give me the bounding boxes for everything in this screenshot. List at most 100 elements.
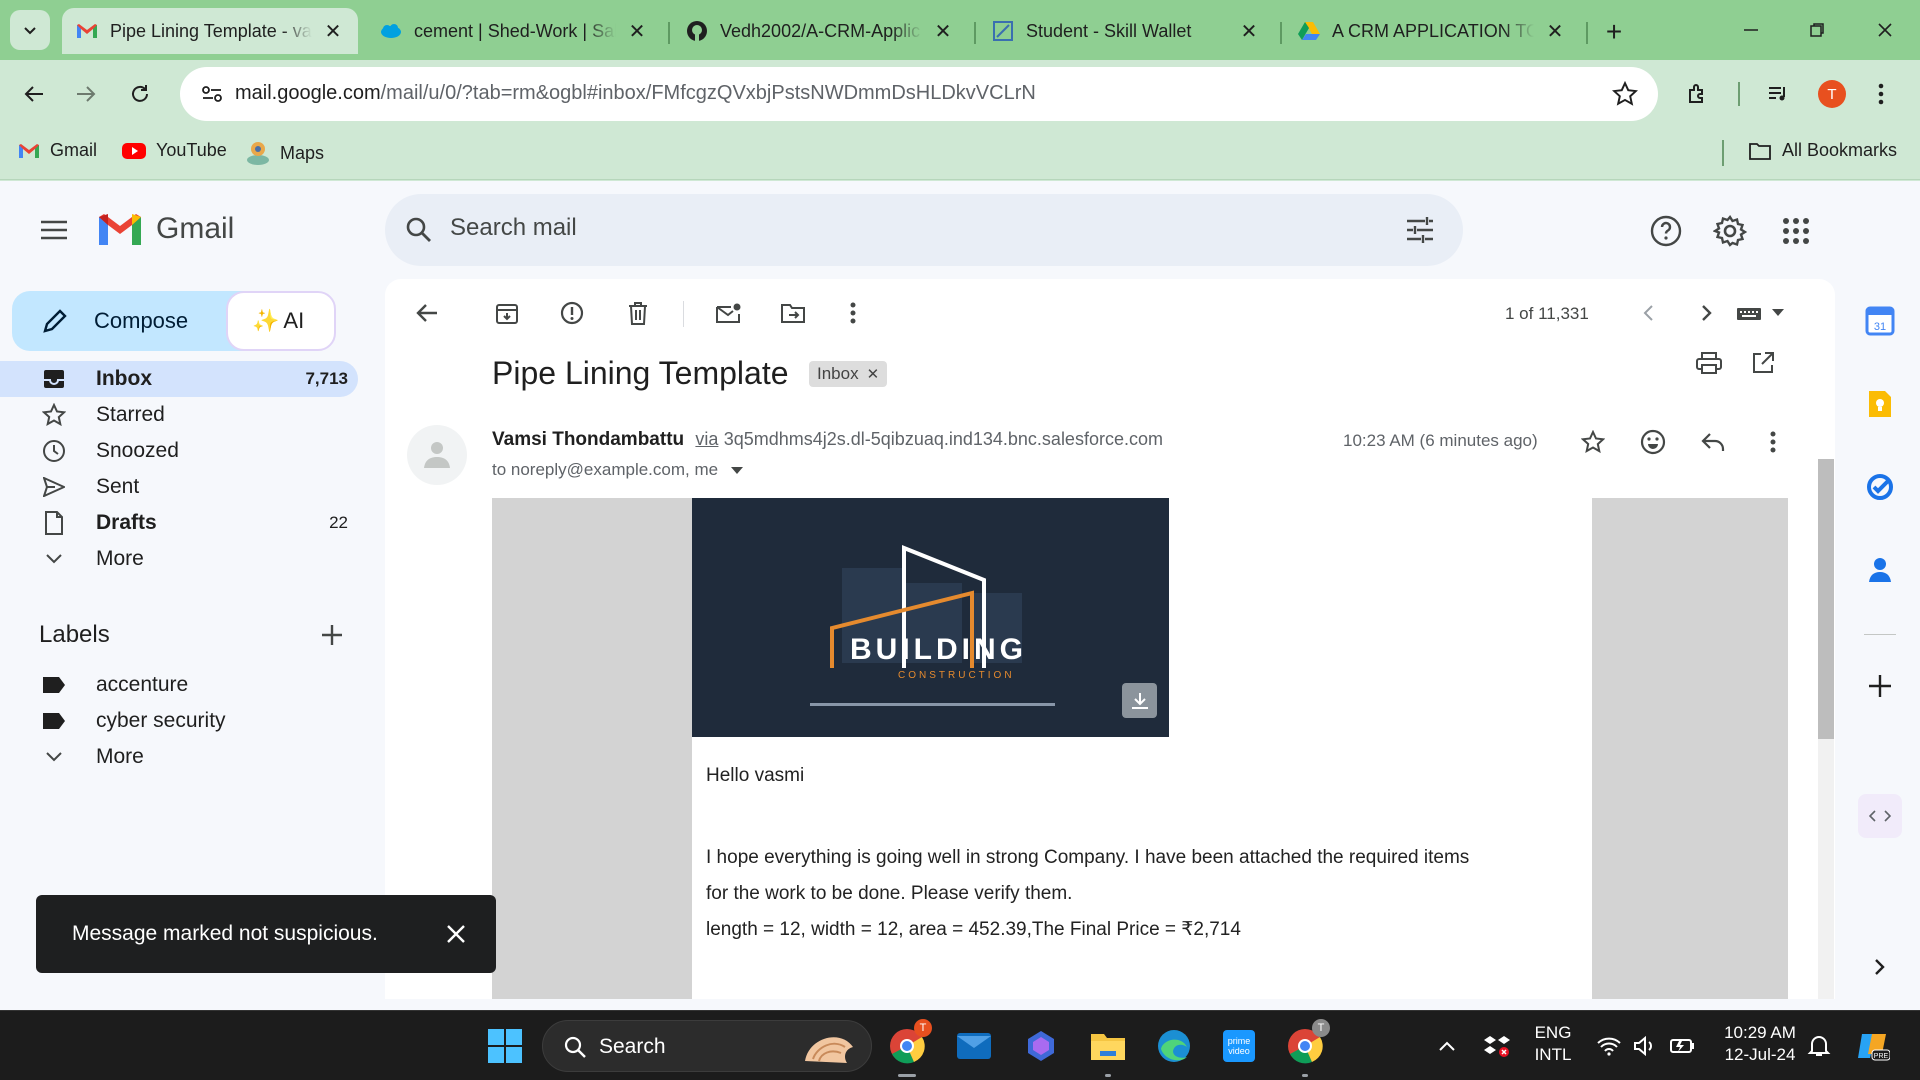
scrollbar-thumb[interactable] xyxy=(1818,459,1834,739)
bookmark-maps[interactable]: Maps xyxy=(246,140,324,166)
tab-search-button[interactable] xyxy=(10,10,50,50)
browser-tab-salesforce[interactable]: cement | Shed-Work | Sal ✕ xyxy=(366,8,662,54)
search-input[interactable] xyxy=(450,214,1350,242)
close-tab-icon[interactable]: ✕ xyxy=(932,19,954,44)
recipients-line[interactable]: to noreply@example.com, me xyxy=(492,460,743,480)
search-icon[interactable] xyxy=(405,216,433,249)
close-tab-icon[interactable]: ✕ xyxy=(626,19,648,44)
remove-label-icon[interactable]: ✕ xyxy=(867,365,880,383)
archive-button[interactable] xyxy=(487,293,527,333)
dismiss-toast-button[interactable] xyxy=(440,918,472,950)
main-menu-button[interactable] xyxy=(30,206,78,254)
new-tab-button[interactable]: + xyxy=(1594,12,1634,52)
extensions-button[interactable] xyxy=(1678,74,1718,114)
browser-tab-google-drive[interactable]: A CRM APPLICATION TO ✕ xyxy=(1284,8,1580,54)
labels-more[interactable]: More xyxy=(0,739,358,775)
all-bookmarks-button[interactable]: All Bookmarks xyxy=(1748,140,1897,161)
media-controls-button[interactable] xyxy=(1758,74,1798,114)
older-button[interactable] xyxy=(1687,293,1727,333)
contacts-app-button[interactable] xyxy=(1860,550,1900,590)
search-options-icon[interactable] xyxy=(1405,216,1435,249)
calendar-app-button[interactable]: 31 xyxy=(1860,301,1900,341)
bookmark-youtube[interactable]: YouTube xyxy=(122,140,227,161)
support-button[interactable] xyxy=(1644,209,1688,253)
taskbar-prime-video[interactable]: prime video xyxy=(1216,1023,1262,1069)
create-label-button[interactable] xyxy=(314,617,350,653)
back-to-inbox-button[interactable] xyxy=(407,293,447,333)
label-item-cyber-security[interactable]: cyber security xyxy=(0,703,358,739)
start-button[interactable] xyxy=(482,1023,528,1069)
add-reaction-button[interactable] xyxy=(1633,422,1673,462)
gmail-logo[interactable]: Gmail xyxy=(96,211,234,247)
newer-button[interactable] xyxy=(1628,293,1668,333)
caret-down-icon[interactable] xyxy=(730,467,743,475)
minimize-window-button[interactable] xyxy=(1726,10,1776,50)
sidebar-item-snoozed[interactable]: Snoozed xyxy=(0,433,358,469)
taskbar-edge[interactable] xyxy=(1151,1023,1197,1069)
copilot-preview-button[interactable]: PRE xyxy=(1850,1023,1896,1069)
show-side-panel-button[interactable] xyxy=(1860,947,1900,987)
download-attachment-button[interactable] xyxy=(1122,683,1157,718)
via-link[interactable]: via xyxy=(695,429,718,449)
keep-app-button[interactable] xyxy=(1860,384,1900,424)
close-tab-icon[interactable]: ✕ xyxy=(1238,19,1260,44)
restore-window-button[interactable] xyxy=(1792,10,1842,50)
print-button[interactable] xyxy=(1689,343,1729,383)
close-window-button[interactable] xyxy=(1860,10,1910,50)
ai-button[interactable]: ✨ AI xyxy=(226,291,336,351)
browser-tab-gmail[interactable]: Pipe Lining Template - va ✕ xyxy=(62,8,358,54)
sidebar-item-sent[interactable]: Sent xyxy=(0,469,358,505)
inbox-label-chip[interactable]: Inbox ✕ xyxy=(809,361,888,387)
dropbox-tray-icon[interactable] xyxy=(1474,1023,1520,1069)
bookmark-gmail[interactable]: Gmail xyxy=(18,140,97,161)
addon-button[interactable] xyxy=(1858,794,1902,838)
settings-button[interactable] xyxy=(1708,209,1752,253)
get-addons-button[interactable] xyxy=(1860,666,1900,706)
taskbar-chrome-profile-1[interactable]: T xyxy=(884,1019,932,1077)
back-button[interactable] xyxy=(14,74,54,114)
sender-avatar[interactable] xyxy=(407,425,467,485)
sidebar-item-more[interactable]: More xyxy=(0,541,358,577)
input-tools-button[interactable] xyxy=(1725,293,1795,333)
delete-button[interactable] xyxy=(618,293,658,333)
mark-unread-button[interactable] xyxy=(708,293,748,333)
taskbar-file-explorer[interactable] xyxy=(1085,1023,1131,1077)
browser-tab-github[interactable]: Vedh2002/A-CRM-Applic ✕ xyxy=(672,8,968,54)
browser-menu-button[interactable] xyxy=(1866,74,1896,114)
open-new-window-button[interactable] xyxy=(1743,343,1783,383)
reload-button[interactable] xyxy=(120,74,160,114)
message-more-button[interactable] xyxy=(1753,422,1793,462)
forward-button[interactable] xyxy=(66,74,106,114)
taskbar-copilot[interactable] xyxy=(1018,1023,1064,1069)
close-tab-icon[interactable]: ✕ xyxy=(1544,19,1566,44)
profile-button[interactable]: T xyxy=(1818,80,1846,108)
site-info-icon[interactable] xyxy=(200,82,224,111)
battery-tray-icon[interactable] xyxy=(1658,1023,1704,1069)
report-spam-button[interactable] xyxy=(552,293,592,333)
more-actions-button[interactable] xyxy=(833,293,873,333)
sender-name[interactable]: Vamsi Thondambattu xyxy=(492,429,684,450)
google-apps-button[interactable] xyxy=(1774,209,1818,253)
reply-button[interactable] xyxy=(1693,422,1733,462)
bookmark-star-icon[interactable] xyxy=(1611,80,1639,112)
sidebar-item-starred[interactable]: Starred xyxy=(0,397,358,433)
label-item-accenture[interactable]: accenture xyxy=(0,667,358,703)
restore-icon xyxy=(1810,23,1824,37)
taskbar-chrome-profile-2[interactable]: T xyxy=(1282,1019,1330,1077)
notifications-button[interactable] xyxy=(1796,1023,1842,1069)
message-scrollbar[interactable] xyxy=(1818,459,1834,999)
system-clock[interactable]: 10:29 AM 12-Jul-24 xyxy=(1710,1022,1810,1066)
input-language[interactable]: ENG INTL xyxy=(1528,1022,1578,1066)
tasks-app-button[interactable] xyxy=(1860,467,1900,507)
taskbar-mail[interactable] xyxy=(951,1023,997,1069)
address-bar[interactable]: mail.google.com/mail/u/0/?tab=rm&ogbl#in… xyxy=(180,67,1658,121)
sidebar-item-inbox[interactable]: Inbox 7,713 xyxy=(0,361,358,397)
sidebar-item-drafts[interactable]: Drafts 22 xyxy=(0,505,358,541)
move-to-button[interactable] xyxy=(773,293,813,333)
star-message-button[interactable] xyxy=(1573,422,1613,462)
compose-button[interactable]: Compose xyxy=(12,291,228,351)
browser-tab-skill-wallet[interactable]: Student - Skill Wallet ✕ xyxy=(978,8,1274,54)
show-hidden-icons-button[interactable] xyxy=(1424,1023,1470,1069)
taskbar-search[interactable]: Search xyxy=(542,1020,872,1072)
close-tab-icon[interactable]: ✕ xyxy=(322,19,344,44)
